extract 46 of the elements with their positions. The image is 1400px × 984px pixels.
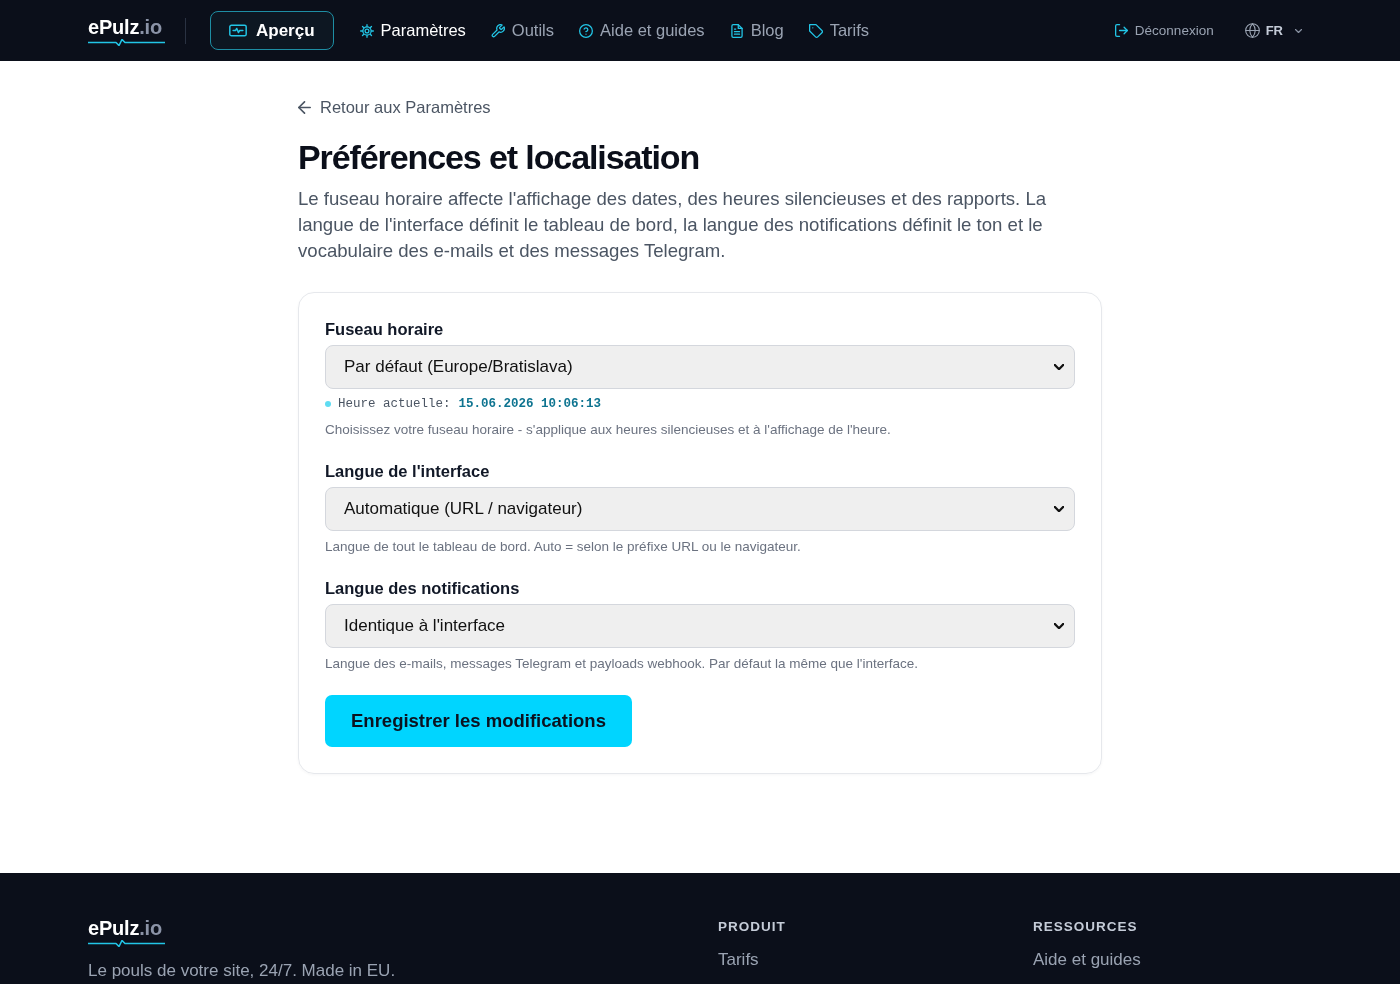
nav-link[interactable]: Blog: [729, 21, 784, 40]
clock-label: Heure actuelle:: [338, 396, 451, 412]
chevron-down-icon: [1054, 505, 1064, 512]
footer-link[interactable]: Aide et guides: [1033, 949, 1141, 971]
save-button[interactable]: Enregistrer les modifications: [325, 694, 632, 747]
footer-heading: PRODUIT: [718, 919, 786, 935]
globe-icon: [1244, 23, 1260, 38]
tag-icon: [808, 23, 823, 38]
status-dot-icon: [325, 401, 331, 407]
chevron-down-icon: [1054, 622, 1064, 629]
select-field[interactable]: Automatique (URL / navigateur): [325, 486, 1075, 531]
gear-icon: [359, 23, 374, 38]
nav-link[interactable]: Aide et guides: [579, 21, 705, 40]
help-icon: [579, 23, 594, 38]
wrench-icon: [490, 23, 505, 38]
footer-link[interactable]: Tarifs: [718, 949, 759, 971]
footer-heading: RESSOURCES: [1033, 919, 1138, 935]
pulse-line-icon: [88, 38, 165, 46]
logo-link[interactable]: ePulz.io: [88, 917, 165, 947]
chevron-down-icon: [1054, 363, 1064, 370]
field-label: Langue des notifications: [325, 577, 520, 599]
nav-link[interactable]: Tarifs: [808, 21, 870, 40]
logout-link[interactable]: Déconnexion: [1114, 23, 1214, 38]
nav-link[interactable]: Outils: [490, 21, 555, 40]
footer-tagline: Le pouls de votre site, 24/7. Made in EU.: [88, 960, 396, 982]
language-selector[interactable]: FR: [1244, 23, 1302, 38]
chevron-down-icon: [1295, 28, 1302, 33]
page-title: Préférences et localisation: [298, 136, 701, 178]
help-text: Langue de tout le tableau de bord. Auto = selon le préfixe URL ou le navigateur.: [325, 537, 801, 556]
logout-icon: [1114, 24, 1128, 37]
field-label: Fuseau horaire: [325, 318, 444, 340]
document-icon: [729, 23, 744, 38]
logo-link[interactable]: ePulz.io: [88, 15, 165, 46]
select-field[interactable]: Par défaut (Europe/Bratislava): [325, 344, 1075, 389]
select-field[interactable]: Identique à l'interface: [325, 603, 1075, 648]
back-link[interactable]: Retour aux Paramètres: [298, 97, 491, 117]
nav-link[interactable]: Paramètres: [359, 21, 466, 40]
page-description: Le fuseau horaire affecte l'affichage des dates, des heures silencieuses et des rapports. La langue de l'interface définit le tableau de bord, la langue des notifications définit le ton et le vocabulaire des e-mails et des messages Telegram.: [298, 186, 1048, 263]
pulse-line-icon: [88, 940, 165, 947]
help-text: Langue des e-mails, messages Telegram et payloads webhook. Par défaut la même que l'interface.: [325, 654, 918, 673]
overview-button[interactable]: Aperçu: [210, 11, 334, 50]
arrow-left-icon: [298, 100, 311, 114]
pulse-screen-icon: [229, 24, 247, 37]
field-label: Langue de l'interface: [325, 460, 490, 482]
help-text: Choisissez votre fuseau horaire - s'applique aux heures silencieuses et à l'affichage de l'heure.: [325, 420, 891, 439]
clock-value: 15.06.2026 10:06:13: [458, 396, 602, 412]
